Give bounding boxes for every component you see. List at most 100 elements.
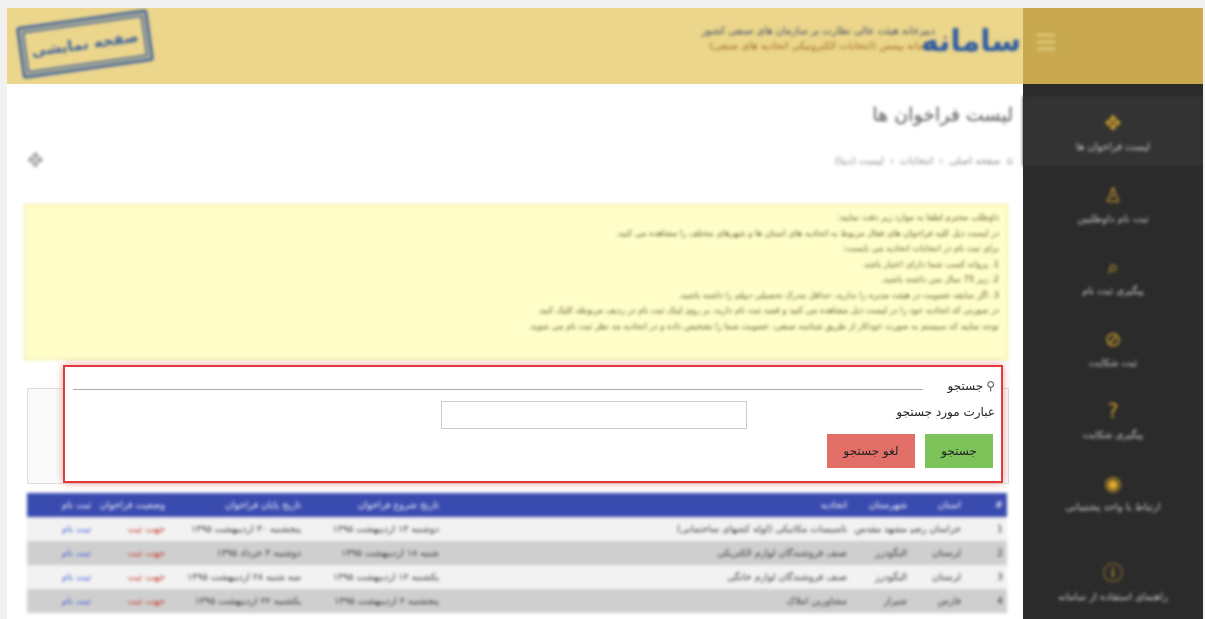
page-title: لیست فراخوان ها [872,104,1013,126]
cell-union: تاسیسات مکانیکی (لوله کشهای ساختمانی) [676,523,847,535]
cell-city: الیگودرز [875,547,907,559]
sidebar-item-register[interactable]: ♙ ثبت نام داوطلبین [1023,168,1203,238]
cell-province: لرستان [932,571,961,583]
column-header[interactable]: # [965,500,1007,511]
search-button[interactable]: جستجو [925,434,993,468]
fieldset-border [73,389,923,390]
breadcrumb-item[interactable]: صفحه اصلی [949,156,1000,167]
sidebar-item-track-complaint[interactable]: ? پیگیری شکایت [1023,384,1203,454]
sidebar-item-label: ارتباط با واحد پشتیبانی [1065,501,1161,513]
column-header[interactable]: اتحادیه [573,500,851,511]
notice-line: برای ثبت نام در انتخابات اتحادیه می بایس… [843,244,999,254]
breadcrumb-item: لیست (دیتا) [834,156,884,167]
column-header[interactable]: استان [911,500,965,511]
column-header[interactable]: وضعیت فراخوان [95,500,169,511]
column-header[interactable]: شهرستان [851,500,911,511]
ban-icon: ⊘ [1104,326,1122,351]
cell-province: فارس [937,595,961,607]
table-row: 3 لرستان الیگودرز صنف فروشندگان لوازم خا… [27,565,1007,589]
sidebar-item-label: لیست فراخوان ها [1075,141,1151,153]
cell-union: مشاورین املاک [786,595,847,607]
sidebar-item-label: ثبت نام داوطلبین [1077,213,1149,225]
info-icon: ⓘ [1103,560,1123,585]
page-frame: صفحه نمایشی دبیرخانه هیئت عالی نظارت بر … [7,8,1203,619]
column-header[interactable]: تاریخ شروع فراخوان [305,500,443,511]
notice-text: داوطلب محترم لطفا به موارد زیر دقت نمایی… [25,205,1007,341]
cell-number: 4 [996,595,1003,607]
search-icon: ⚲ [986,379,995,393]
table-header: # استان شهرستان اتحادیه تاریخ شروع فراخو… [27,493,1007,517]
breadcrumb-item[interactable]: انتخابات [900,156,933,167]
cell-number: 1 [996,523,1003,535]
column-header[interactable]: ثبت نام [27,500,95,511]
demo-stamp: صفحه نمایشی [16,9,154,79]
column-header[interactable]: تاریخ پایان فراخوان [169,500,305,511]
brand-logo[interactable]: سامانه [921,18,1021,64]
brand-line-2: سامانه پیمس (انتخابات الکترونیکی اتحادیه… [709,41,935,52]
cell-city: شیراز [883,595,907,607]
notice-line: 1. پروانه کسب شما دارای اعتبار باشد. [861,259,999,270]
support-icon: ◉ [1104,470,1122,495]
register-link[interactable]: ثبت نام [27,572,95,583]
cell-city: مشهد مقدس [854,523,907,535]
cell-city: الیگودرز [875,571,907,583]
cell-end-date: یکشنبه ۲۲ اردیبهشت ۱۳۹۵ [194,595,301,607]
notice-box: داوطلب محترم لطفا به موارد زیر دقت نمایی… [24,204,1008,360]
cell-number: 3 [996,571,1003,583]
top-header: صفحه نمایشی دبیرخانه هیئت عالی نظارت بر … [7,8,1023,84]
question-icon: ? [1107,398,1119,423]
sidebar: ✥ لیست فراخوان ها ♙ ثبت نام داوطلبین ⌕ پ… [1023,8,1203,619]
register-link[interactable]: ثبت نام [27,524,95,535]
search-icon: ⌕ [1107,254,1119,279]
home-icon[interactable]: ⌂ [1007,156,1013,167]
cell-province: لرستان [932,547,961,559]
menu-toggle-icon[interactable] [1037,34,1055,50]
search-input[interactable] [441,401,747,429]
notice-line: توجه نمایید که سیستم به صورت خودکار از ط… [528,321,999,332]
breadcrumb-separator: › [889,156,894,167]
cancel-search-button[interactable]: لغو جستجو [827,434,915,468]
notice-line: 3. اگر سابقه عضویت در هیئت مدیره را ندار… [678,290,999,301]
sidebar-item-label: ثبت شکایت [1088,357,1138,369]
cell-status: جهت ثبت [127,571,165,583]
search-field-label: عبارت مورد جستجو [896,405,995,419]
register-link[interactable]: ثبت نام [27,548,95,559]
cell-start-date: شنبه ۱۸ اردیبهشت ۱۳۹۵ [341,547,439,559]
brand-text: دبیرخانه هیئت عالی نظارت بر سازمان های ص… [605,24,935,54]
sidebar-item-label: راهنمای استفاده از سامانه [1058,591,1168,603]
cell-union: صنف فروشندگان لوازم خانگی [727,571,847,583]
sidebar-item-track-registration[interactable]: ⌕ پیگیری ثبت نام [1023,240,1203,310]
cell-status: جهت ثبت [127,523,165,535]
cell-start-date: یکشنبه ۱۲ اردیبهشت ۱۳۹۵ [332,571,439,583]
search-fieldset: ⚲ جستجو عبارت مورد جستجو جستجو لغو جستجو [63,365,1003,483]
notice-line: 2. زیر 75 سال سن داشته باشید. [880,275,999,285]
sidebar-item-calls-list[interactable]: ✥ لیست فراخوان ها [1023,96,1203,166]
move-icon: ✥ [1104,110,1122,135]
breadcrumb-separator: › [939,156,944,167]
cell-end-date: دوشنبه ۳ خرداد ۱۳۹۵ [216,547,301,559]
search-legend: ⚲ جستجو [948,379,996,393]
brand-line-1: دبیرخانه هیئت عالی نظارت بر سازمان های ص… [701,26,935,37]
cell-start-date: دوشنبه ۱۳ اردیبهشت ۱۳۹۵ [332,523,439,535]
cell-number: 2 [996,547,1003,559]
notice-line: داوطلب محترم لطفا به موارد زیر دقت نمایی… [837,213,999,223]
sidebar-item-support[interactable]: ◉ ارتباط با واحد پشتیبانی [1023,456,1203,526]
sidebar-item-label: پیگیری شکایت [1082,429,1144,441]
search-legend-label: جستجو [947,379,984,393]
sidebar-item-guide[interactable]: ⓘ راهنمای استفاده از سامانه [1023,546,1203,616]
move-icon[interactable]: ✥ [27,148,44,172]
user-icon: ♙ [1104,182,1122,207]
notice-line: در صورتی که اتحادیه خود را در لیست ذیل م… [537,306,999,316]
cell-status: جهت ثبت [127,595,165,607]
register-link[interactable]: ثبت نام [27,596,95,607]
cell-end-date: پنجشنبه ۳۰ اردیبهشت ۱۳۹۵ [191,523,301,535]
cell-union: صنف فروشندگان لوازم الکتریکی [716,547,847,559]
table-row: 4 فارس شیراز مشاورین املاک پنجشنبه ۲ ارد… [27,589,1007,613]
table-row: 1 خراسان رضوی مشهد مقدس تاسیسات مکانیکی … [27,517,1007,541]
cell-start-date: پنجشنبه ۲ اردیبهشت ۱۳۹۵ [334,595,439,607]
sidebar-item-complaint[interactable]: ⊘ ثبت شکایت [1023,312,1203,382]
sidebar-top [1023,8,1203,84]
cell-end-date: سه شنبه ۲۸ اردیبهشت ۱۳۹۵ [187,571,301,583]
sidebar-item-label: پیگیری ثبت نام [1082,285,1144,297]
notice-line: در لیست ذیل کلیه فراخوان های فعال مربوط … [615,228,999,239]
